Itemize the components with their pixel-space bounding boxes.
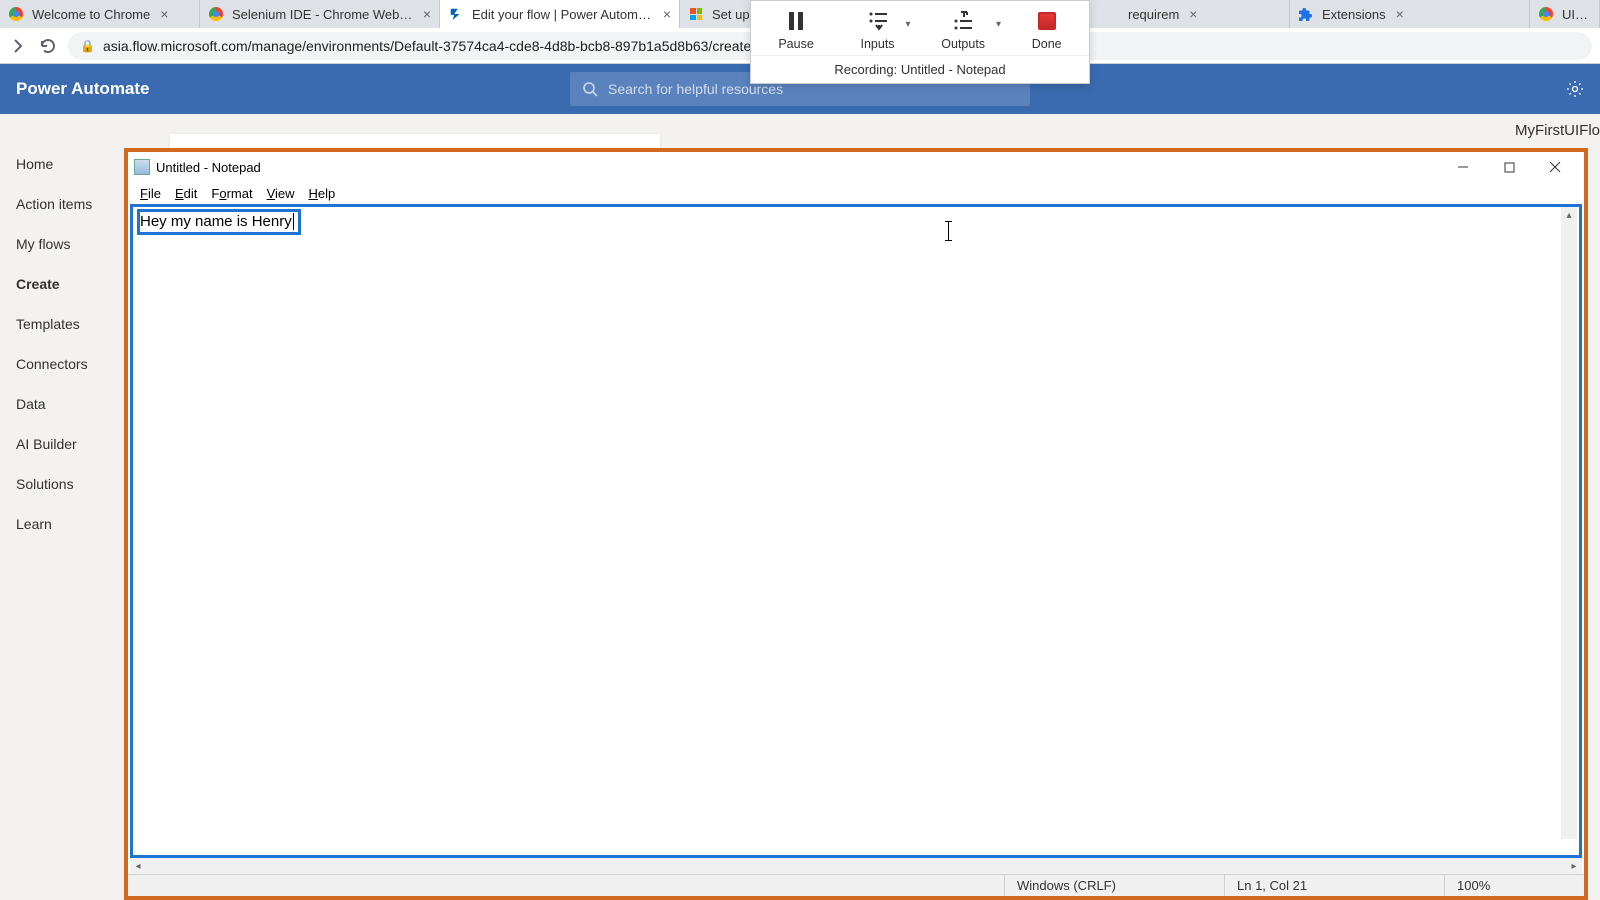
vertical-scrollbar[interactable]: ▴ — [1561, 207, 1577, 839]
outputs-icon — [951, 9, 975, 33]
sidebar-item-action-items[interactable]: Action items — [0, 184, 130, 224]
pa-sidebar: Home Action items My flows Create Templa… — [0, 114, 130, 900]
close-icon[interactable]: × — [160, 7, 168, 21]
notepad-menubar: File Edit Format View Help — [128, 182, 1584, 204]
tab-welcome[interactable]: Welcome to Chrome × — [0, 0, 200, 28]
notepad-editor-frame: Hey my name is Henry ▴ — [130, 204, 1582, 858]
chevron-down-icon[interactable]: ▾ — [906, 19, 911, 30]
menu-file[interactable]: File — [134, 185, 167, 202]
forward-button[interactable] — [8, 36, 28, 56]
recorder-status: Recording: Untitled - Notepad — [751, 55, 1089, 83]
recorded-text-highlight: Hey my name is Henry — [137, 209, 301, 235]
notepad-statusbar: Windows (CRLF) Ln 1, Col 21 100% — [128, 874, 1584, 896]
tab-requirements[interactable]: requirem × — [1120, 0, 1290, 28]
reload-button[interactable] — [38, 36, 58, 56]
tab-label: Set up — [712, 7, 750, 22]
power-automate-icon — [448, 6, 464, 22]
horizontal-scrollbar[interactable]: ◂ ▸ — [130, 858, 1582, 874]
tab-label: requirem — [1128, 7, 1179, 22]
chrome-icon — [1538, 6, 1554, 22]
sidebar-item-data[interactable]: Data — [0, 384, 130, 424]
tab-ui-flows[interactable]: UI flows in Microsoft Power Au — [1530, 0, 1600, 28]
sidebar-item-learn[interactable]: Learn — [0, 504, 130, 544]
scroll-left-icon[interactable]: ◂ — [130, 858, 146, 874]
notepad-editor[interactable]: Hey my name is Henry — [133, 207, 1579, 855]
pause-label: Pause — [778, 37, 813, 51]
sidebar-item-home[interactable]: Home — [0, 144, 130, 184]
status-zoom: 100% — [1444, 875, 1584, 896]
status-encoding: Windows (CRLF) — [1004, 875, 1224, 896]
extension-icon — [1298, 6, 1314, 22]
sidebar-item-ai-builder[interactable]: AI Builder — [0, 424, 130, 464]
tab-label: Welcome to Chrome — [32, 7, 150, 22]
gear-icon[interactable] — [1566, 80, 1584, 98]
inputs-label: Inputs — [861, 37, 895, 51]
notepad-icon — [134, 159, 150, 175]
sidebar-item-templates[interactable]: Templates — [0, 304, 130, 344]
close-button[interactable] — [1532, 152, 1578, 182]
inputs-icon — [866, 9, 890, 33]
scroll-up-icon[interactable]: ▴ — [1561, 207, 1577, 223]
menu-help[interactable]: Help — [303, 185, 342, 202]
chrome-icon — [208, 6, 224, 22]
search-icon — [582, 81, 598, 97]
done-button[interactable]: Done — [1026, 7, 1068, 53]
tab-label: Extensions — [1322, 7, 1386, 22]
sidebar-item-solutions[interactable]: Solutions — [0, 464, 130, 504]
pause-button[interactable]: Pause — [772, 7, 819, 53]
outputs-label: Outputs — [941, 37, 985, 51]
status-position: Ln 1, Col 21 — [1224, 875, 1444, 896]
text-cursor-icon — [948, 221, 949, 241]
stop-icon — [1035, 9, 1059, 33]
outputs-button[interactable]: Outputs ▾ — [935, 7, 991, 53]
menu-format[interactable]: Format — [205, 185, 258, 202]
microsoft-icon — [688, 6, 704, 22]
notepad-titlebar[interactable]: Untitled - Notepad — [128, 152, 1584, 182]
lock-icon: 🔒 — [80, 39, 95, 53]
brand-label: Power Automate — [16, 79, 150, 99]
tab-selenium[interactable]: Selenium IDE - Chrome Web Sto × — [200, 0, 440, 28]
scroll-right-icon[interactable]: ▸ — [1566, 858, 1582, 874]
sidebar-item-create[interactable]: Create — [0, 264, 130, 304]
notepad-window: Untitled - Notepad File Edit Format View… — [124, 148, 1588, 900]
tab-label: Edit your flow | Power Automate — [472, 7, 653, 22]
menu-view[interactable]: View — [261, 185, 301, 202]
pause-icon — [784, 9, 808, 33]
sidebar-item-my-flows[interactable]: My flows — [0, 224, 130, 264]
notepad-title-text: Untitled - Notepad — [156, 160, 261, 175]
maximize-button[interactable] — [1486, 152, 1532, 182]
done-label: Done — [1032, 37, 1062, 51]
tab-label: Selenium IDE - Chrome Web Sto — [232, 7, 413, 22]
tab-power-automate[interactable]: Edit your flow | Power Automate × — [440, 0, 680, 28]
editor-text: Hey my name is Henry — [140, 213, 292, 230]
tab-extensions[interactable]: Extensions × — [1290, 0, 1530, 28]
close-icon[interactable]: × — [1396, 7, 1404, 21]
menu-edit[interactable]: Edit — [169, 185, 203, 202]
chrome-icon — [8, 6, 24, 22]
sidebar-item-connectors[interactable]: Connectors — [0, 344, 130, 384]
close-icon[interactable]: × — [423, 7, 431, 21]
close-icon[interactable]: × — [663, 7, 671, 21]
minimize-button[interactable] — [1440, 152, 1486, 182]
flow-name-label: MyFirstUIFlo — [1515, 122, 1600, 139]
inputs-button[interactable]: Inputs ▾ — [855, 7, 901, 53]
url-text: asia.flow.microsoft.com/manage/environme… — [103, 38, 751, 54]
recorder-toolbar: Pause Inputs ▾ Outputs ▾ Done Recording:… — [750, 0, 1090, 84]
close-icon[interactable]: × — [1189, 7, 1197, 21]
chevron-down-icon[interactable]: ▾ — [996, 19, 1001, 30]
tab-label: UI flows in Microsoft Power Au — [1562, 7, 1591, 22]
